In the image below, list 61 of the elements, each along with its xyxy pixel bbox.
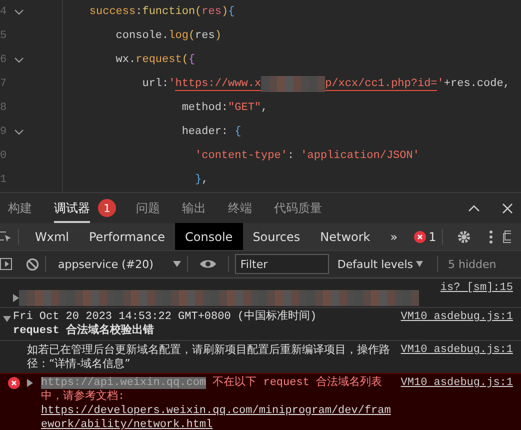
clear-icon[interactable] (26, 258, 39, 270)
devtools-tab[interactable]: Performance (79, 223, 176, 250)
panel-tab[interactable]: 终端 (228, 193, 252, 223)
collapse-icon[interactable] (468, 204, 480, 212)
error-icon (8, 377, 20, 389)
panel-tab[interactable]: 输出 (182, 193, 206, 223)
sidebar-toggle-icon[interactable] (0, 258, 12, 270)
line-number: 4 (0, 6, 8, 18)
line-number: 0 (0, 150, 8, 162)
dropdown-caret-icon[interactable] (173, 261, 182, 267)
line-number: 1 (0, 174, 8, 186)
source-link[interactable]: VM10 asdebug.js:1 (400, 343, 513, 357)
more-menu-icon[interactable] (489, 230, 494, 244)
devtools-tab[interactable]: Network (310, 223, 380, 250)
error-message: https://api.weixin.qq.com 不在以下 request 合法域名列表中，请参考文档: (41, 376, 384, 404)
line-number: 5 (0, 30, 8, 42)
source-link[interactable]: VM10 asdebug.js:1 (400, 376, 513, 390)
docs-link[interactable]: https://developers.weixin.qq.com/miniprogram/dev/framework/ability/network.html (41, 404, 393, 430)
devtools-tab[interactable]: Sources (242, 223, 310, 250)
devtools-tab[interactable]: Console (175, 223, 243, 250)
filter-field[interactable]: Filter (235, 254, 330, 274)
fold-chevron-icon[interactable] (14, 9, 24, 15)
line-number: 6 (0, 54, 8, 66)
close-icon[interactable] (502, 202, 513, 214)
redaction-mark (261, 76, 326, 92)
hidden-count: 5 hidden (448, 258, 496, 270)
panel-tab[interactable]: 构建 (8, 193, 32, 223)
log-message: 如若已在管理后台更新域名配置，请刷新项目配置后重新编译项目，操作路径：“详情-域名信息” (27, 343, 391, 371)
code-line: 'content-type': 'application/JSON' (62, 144, 420, 168)
settings-icon[interactable] (457, 230, 472, 244)
expand-arrow-icon[interactable] (27, 379, 33, 387)
line-number: 9 (0, 126, 8, 138)
context-selector[interactable]: appservice (#20) (58, 258, 154, 270)
fold-chevron-icon[interactable] (14, 57, 24, 63)
panel-tab[interactable]: 问题 (136, 193, 160, 223)
fold-chevron-icon[interactable] (14, 129, 24, 135)
line-number: 8 (0, 102, 8, 114)
log-levels-dropdown[interactable]: Default levels (329, 258, 431, 270)
eye-icon[interactable] (200, 259, 216, 269)
code-line: wx.request({ (62, 48, 196, 72)
inspect-element-icon[interactable] (0, 230, 12, 244)
dock-icon[interactable] (503, 230, 512, 243)
error-count: 1 (428, 230, 436, 244)
expand-arrow-icon[interactable] (13, 294, 19, 302)
code-line: success:function(res){ (62, 0, 235, 24)
group-subtitle: request 合法域名校验出错 (13, 324, 155, 338)
count-badge: 1 (98, 199, 116, 217)
error-icon[interactable] (414, 230, 426, 242)
panel-tab[interactable]: 代码质量 (274, 193, 322, 223)
devtools-tab[interactable]: Wxml (25, 223, 79, 250)
source-link[interactable]: is? [sm]:15 (440, 281, 513, 295)
code-line: console.log(res) (62, 24, 222, 48)
dropdown-caret-icon (416, 261, 423, 267)
code-line: method:"GET", (62, 96, 268, 120)
expand-arrow-icon[interactable] (3, 316, 11, 322)
more-tabs-button[interactable]: » (380, 223, 408, 250)
source-link[interactable]: VM10 asdebug.js:1 (400, 310, 513, 324)
group-title: Fri Oct 20 2023 14:53:22 GMT+0800 (中国标准时间) (13, 310, 318, 324)
code-line: url:'https://www.x p/xcx/cc1.php?id='+res.code, (62, 72, 510, 96)
code-line: header: { (62, 120, 242, 144)
line-number: 7 (0, 78, 8, 90)
